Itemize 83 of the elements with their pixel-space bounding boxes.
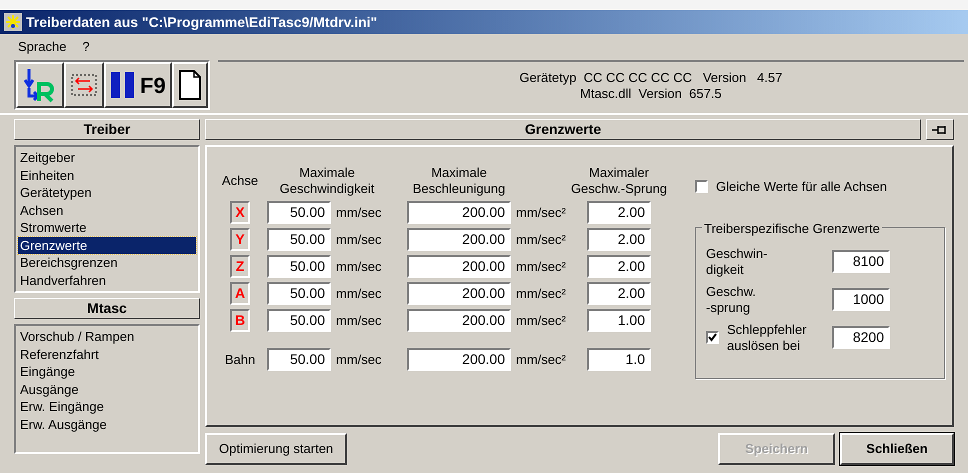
axis-label: A xyxy=(230,282,250,305)
list-item[interactable]: Einheiten xyxy=(18,166,196,184)
list-item[interactable]: Zeitgeber xyxy=(18,149,196,166)
field-label: Geschw. -sprung xyxy=(706,284,756,316)
list-item[interactable]: Gerätetypen xyxy=(18,184,196,202)
input-field[interactable]: 1.00 xyxy=(587,309,651,332)
input-field[interactable]: 2.00 xyxy=(587,255,651,278)
list-item[interactable]: Vorschub / Rampen xyxy=(18,328,196,346)
unit-label: mm/sec² xyxy=(515,284,567,303)
list-item[interactable]: Erw. Ausgänge xyxy=(18,416,196,433)
column-header: Maximaler Geschw.-Sprung xyxy=(570,165,668,197)
window-title: Treiberdaten aus "C:\Programme\EdiTasc9/Mtdrv.ini" xyxy=(26,12,378,32)
list-item[interactable]: Handverfahren xyxy=(18,272,196,289)
list-item[interactable]: Referenzfahrt xyxy=(18,346,196,363)
pin-button[interactable] xyxy=(926,119,954,140)
input-field[interactable]: 50.00 xyxy=(267,309,331,332)
list-item[interactable]: Grenzwerte xyxy=(18,236,196,254)
toolbar-button[interactable] xyxy=(16,62,64,108)
column-header: Maximale Beschleunigung xyxy=(412,165,506,197)
field-label: Schleppfehler auslösen bei xyxy=(727,322,806,354)
field-label: Geschwin- digkeit xyxy=(706,246,768,278)
unit-label: mm/sec² xyxy=(515,204,567,222)
unit-label: mm/sec² xyxy=(515,350,567,369)
input-field[interactable]: 200.00 xyxy=(407,309,511,332)
unit-label: mm/sec xyxy=(335,230,382,249)
unit-label: mm/sec² xyxy=(515,312,567,330)
unit-label: mm/sec² xyxy=(515,230,567,249)
unit-label: mm/sec xyxy=(335,312,382,330)
input-field[interactable]: 200.00 xyxy=(407,282,511,305)
axis-label: Y xyxy=(230,228,250,251)
menu-item[interactable]: ? xyxy=(82,37,90,57)
dialog-button[interactable]: Optimierung starten xyxy=(205,433,348,465)
info-text: Gerätetyp CC CC CC CC CC Version 4.57 xyxy=(519,70,782,86)
unit-label: mm/sec xyxy=(335,258,382,276)
list-item[interactable]: Achsen xyxy=(18,202,196,219)
input-field[interactable]: 2.00 xyxy=(587,201,651,224)
list-item[interactable]: Erw. Eingänge xyxy=(18,398,196,416)
list-item[interactable]: Stromwerte xyxy=(18,219,196,236)
section-header: Mtasc xyxy=(14,298,200,319)
input-field[interactable]: 50.00 xyxy=(267,255,331,278)
swap-arrows-icon xyxy=(70,72,98,98)
list-item[interactable]: Ausgänge xyxy=(18,380,196,398)
axis-label: Z xyxy=(230,255,250,278)
checkbox[interactable] xyxy=(695,180,708,194)
toolbar-button[interactable] xyxy=(64,62,104,108)
input-field[interactable]: 50.00 xyxy=(267,201,331,224)
pause-icon xyxy=(110,70,136,100)
toolbar-button[interactable] xyxy=(172,62,208,108)
row-label: Bahn xyxy=(224,350,256,369)
input-field[interactable]: 50.00 xyxy=(267,228,331,251)
unit-label: mm/sec xyxy=(335,204,382,222)
menu-item[interactable]: Sprache xyxy=(18,37,66,57)
list-item[interactable]: Bereichsgrenzen xyxy=(18,254,196,272)
app-icon xyxy=(4,13,22,31)
unit-label: mm/sec xyxy=(335,350,382,369)
checkbox[interactable] xyxy=(706,331,719,344)
unit-label: mm/sec² xyxy=(515,258,567,276)
input-field[interactable]: 1.0 xyxy=(587,348,651,371)
input-field[interactable]: 50.00 xyxy=(267,282,331,305)
panel-header: Grenzwerte xyxy=(205,119,921,140)
input-field[interactable]: 200.00 xyxy=(407,201,511,224)
input-field[interactable]: 200.00 xyxy=(407,255,511,278)
checkbox-label: Gleiche Werte für alle Achsen xyxy=(716,178,888,196)
list-item[interactable]: Eingänge xyxy=(18,363,196,380)
section-header: Treiber xyxy=(14,119,200,140)
column-header: Maximale Geschwindigkeit xyxy=(278,165,376,197)
input-field[interactable]: 2.00 xyxy=(587,228,651,251)
input-field[interactable]: 1000 xyxy=(832,288,890,311)
toolbar-button[interactable]: F9 xyxy=(104,62,172,108)
input-field[interactable]: 200.00 xyxy=(407,228,511,251)
input-field[interactable]: 8100 xyxy=(832,250,890,273)
axis-label: B xyxy=(230,309,250,332)
dialog-button[interactable]: Schließen xyxy=(840,433,954,465)
new-page-icon xyxy=(178,69,202,101)
input-field[interactable]: 8200 xyxy=(832,326,890,349)
input-field[interactable]: 2.00 xyxy=(587,282,651,305)
input-field[interactable]: 50.00 xyxy=(267,348,331,371)
column-header: Achse xyxy=(220,172,260,190)
axis-label: X xyxy=(230,201,250,224)
input-field[interactable]: 200.00 xyxy=(407,348,511,371)
info-text: Mtasc.dll Version 657.5 xyxy=(579,86,723,102)
pin-icon xyxy=(931,124,949,136)
unit-label: mm/sec xyxy=(335,284,382,303)
